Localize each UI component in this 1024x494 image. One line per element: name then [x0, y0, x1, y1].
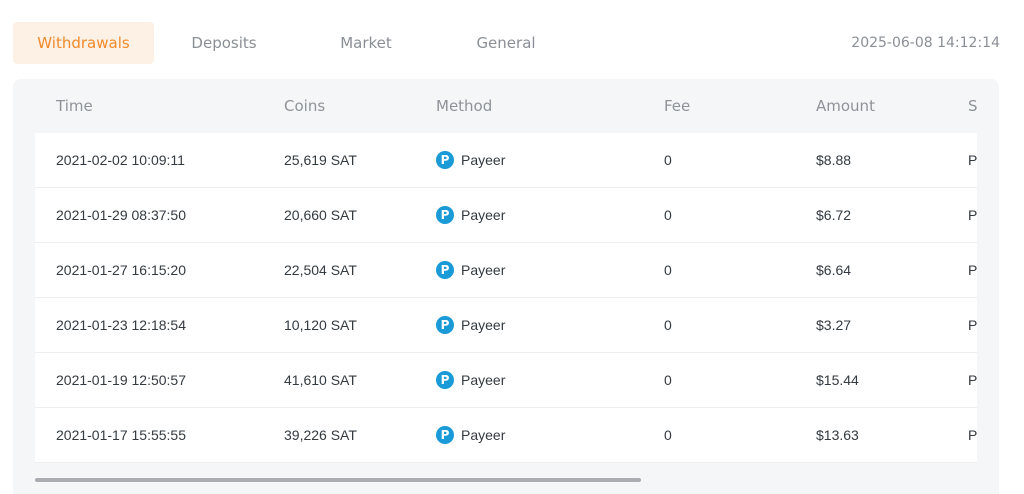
cell-method: P Payeer	[436, 188, 505, 242]
table-row: 2021-02-02 10:09:11 25,619 SAT P Payeer 0 $8.…	[35, 133, 977, 188]
cell-fee: 0	[664, 262, 672, 278]
column-header-fee: Fee	[664, 97, 691, 115]
cell-status: P	[968, 317, 977, 333]
cell-status: P	[968, 207, 977, 223]
cell-status: P	[968, 152, 977, 168]
payeer-icon: P	[436, 426, 454, 444]
table-row: 2021-01-29 08:37:50 20,660 SAT P Payeer 0 $6.…	[35, 188, 977, 243]
cell-fee: 0	[664, 317, 672, 333]
timestamp: 2025-06-08 14:12:14	[851, 35, 1000, 51]
method-label: Payeer	[461, 152, 506, 168]
payeer-icon: P	[436, 206, 454, 224]
scrollbar-thumb[interactable]	[35, 478, 641, 482]
cell-amount: $3.27	[816, 317, 852, 333]
table-body: 2021-02-02 10:09:11 25,619 SAT P Payeer 0 $8.…	[35, 133, 977, 464]
cell-method: P Payeer	[436, 243, 505, 297]
column-header-method: Method	[436, 97, 493, 115]
tab-market[interactable]: Market	[298, 22, 434, 64]
column-header-amount: Amount	[816, 97, 875, 115]
table-row: 2021-01-27 16:15:20 22,504 SAT P Payeer 0 $6.…	[35, 243, 977, 298]
tab-general[interactable]: General	[438, 22, 574, 64]
tab-withdrawals[interactable]: Withdrawals	[13, 22, 154, 64]
cell-method: P Payeer	[436, 133, 505, 187]
cell-amount: $15.44	[816, 372, 859, 388]
method-label: Payeer	[461, 427, 506, 443]
column-header-status: S	[968, 97, 978, 115]
cell-status: P	[968, 262, 977, 278]
cell-coins: 39,226 SAT	[284, 427, 357, 443]
cell-status: P	[968, 427, 977, 443]
cell-time: 2021-02-02 10:09:11	[56, 152, 185, 168]
table-row: 2021-01-19 12:50:57 41,610 SAT P Payeer 0 $15…	[35, 353, 977, 408]
table-row: 2021-01-23 12:18:54 10,120 SAT P Payeer 0 $3.…	[35, 298, 977, 353]
cell-fee: 0	[664, 372, 672, 388]
cell-fee: 0	[664, 152, 672, 168]
column-header-coins: Coins	[284, 97, 326, 115]
cell-status: P	[968, 372, 977, 388]
cell-time: 2021-01-17 15:55:55	[56, 427, 186, 443]
cell-coins: 22,504 SAT	[284, 262, 357, 278]
payeer-icon: P	[436, 316, 454, 334]
payeer-icon: P	[436, 151, 454, 169]
cell-fee: 0	[664, 427, 672, 443]
method-label: Payeer	[461, 207, 506, 223]
method-label: Payeer	[461, 317, 506, 333]
cell-amount: $6.72	[816, 207, 852, 223]
payeer-icon: P	[436, 371, 454, 389]
cell-fee: 0	[664, 207, 672, 223]
method-label: Payeer	[461, 262, 506, 278]
cell-coins: 41,610 SAT	[284, 372, 357, 388]
cell-time: 2021-01-27 16:15:20	[56, 262, 186, 278]
cell-amount: $8.88	[816, 152, 852, 168]
cell-time: 2021-01-23 12:18:54	[56, 317, 186, 333]
tab-bar: Withdrawals Deposits Market General 2025…	[0, 0, 1024, 78]
cell-method: P Payeer	[436, 353, 505, 407]
table-header: Time Coins Method Fee Amount S	[13, 79, 999, 133]
cell-coins: 25,619 SAT	[284, 152, 357, 168]
cell-coins: 10,120 SAT	[284, 317, 357, 333]
cell-time: 2021-01-19 12:50:57	[56, 372, 186, 388]
cell-method: P Payeer	[436, 408, 505, 462]
cell-method: P Payeer	[436, 298, 505, 352]
cell-amount: $6.64	[816, 262, 852, 278]
cell-coins: 20,660 SAT	[284, 207, 357, 223]
column-header-time: Time	[56, 97, 93, 115]
payeer-icon: P	[436, 261, 454, 279]
method-label: Payeer	[461, 372, 506, 388]
cell-time: 2021-01-29 08:37:50	[56, 207, 186, 223]
cell-amount: $13.63	[816, 427, 859, 443]
withdrawals-table: Time Coins Method Fee Amount S 2021-02-0…	[13, 79, 999, 494]
horizontal-scrollbar[interactable]	[35, 477, 977, 483]
table-row: 2021-01-17 15:55:55 39,226 SAT P Payeer 0 $13…	[35, 408, 977, 463]
tab-deposits[interactable]: Deposits	[156, 22, 292, 64]
